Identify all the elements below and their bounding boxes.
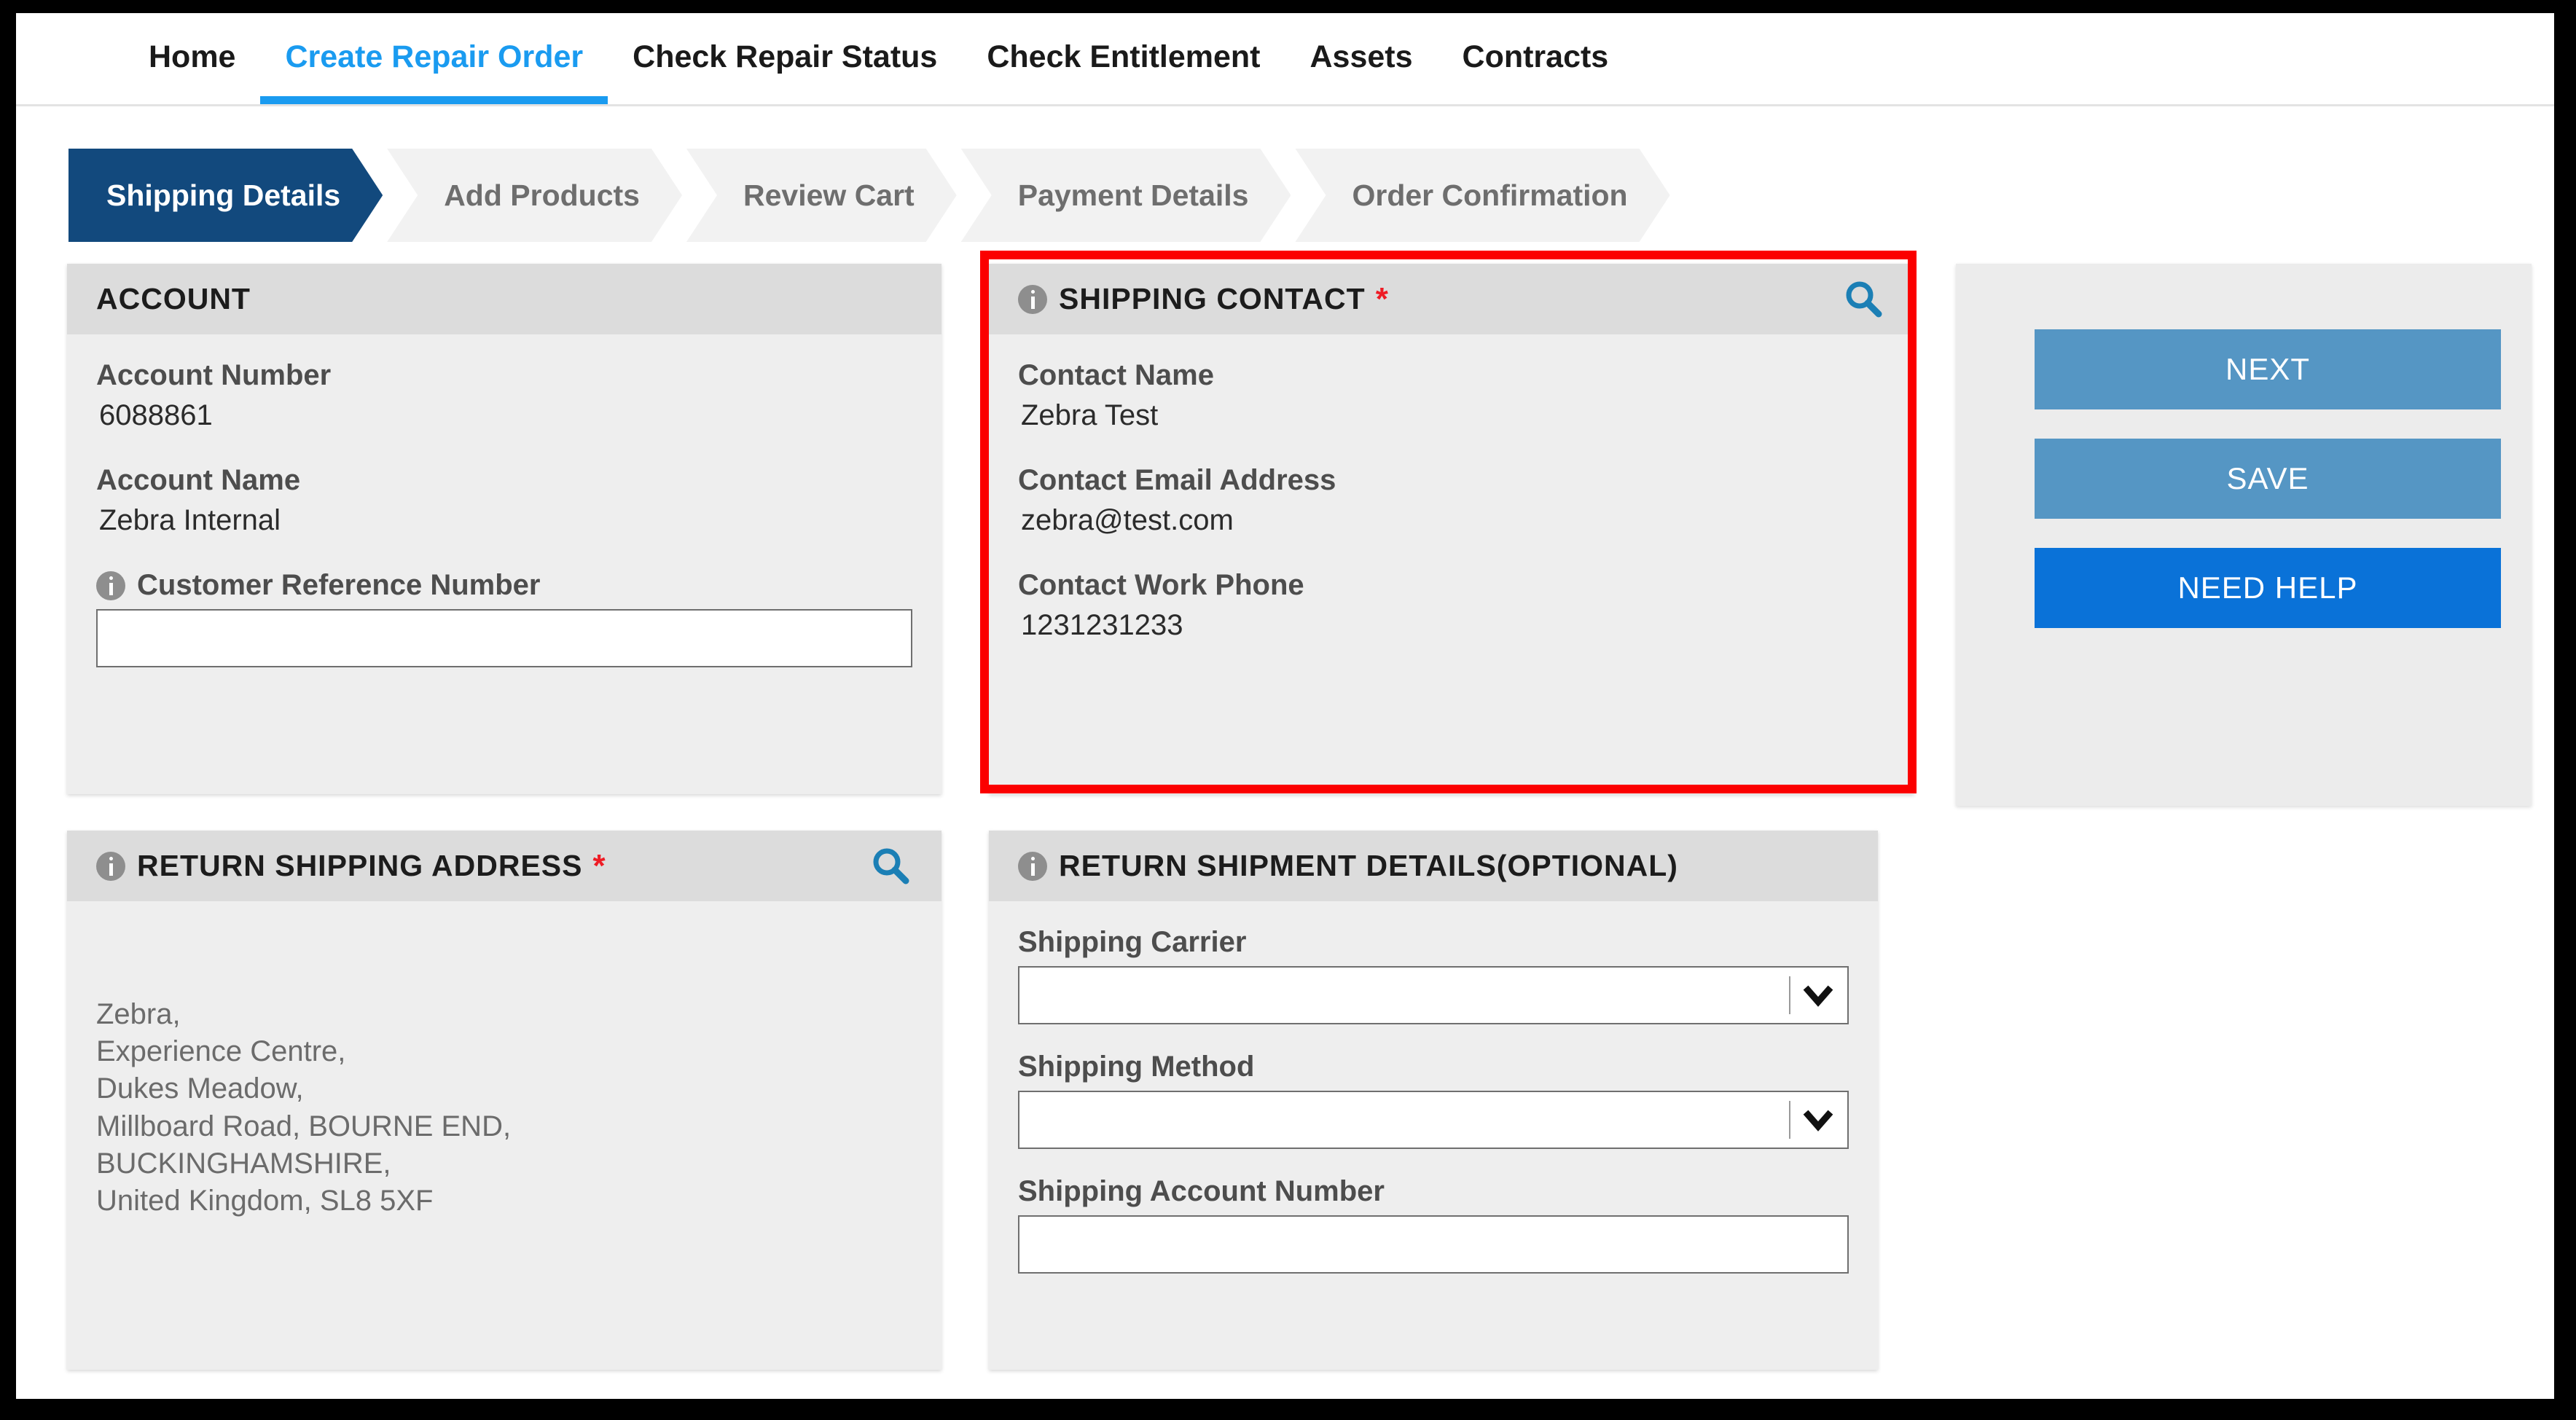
chevron-down-icon [1801, 1102, 1836, 1137]
return-shipment-details-card-title: RETURN SHIPMENT DETAILS(OPTIONAL) [1059, 849, 1678, 882]
select-divider [1789, 1101, 1790, 1139]
main-navigation: Home Create Repair Order Check Repair St… [16, 13, 2554, 106]
account-number-field: Account Number 6088861 [96, 359, 912, 432]
account-card: ACCOUNT Account Number 6088861 Account N… [67, 264, 941, 794]
account-name-label: Account Name [96, 464, 301, 496]
return-shipment-details-card: RETURN SHIPMENT DETAILS(OPTIONAL) Shippi… [989, 831, 1878, 1370]
customer-reference-number-label: Customer Reference Number [137, 569, 541, 601]
shipping-carrier-select[interactable] [1018, 966, 1849, 1024]
account-number-label: Account Number [96, 359, 332, 391]
return-shipping-address-card-header: RETURN SHIPPING ADDRESS * [67, 831, 941, 901]
page-frame: Home Create Repair Order Check Repair St… [16, 13, 2554, 1399]
address-line: Experience Centre, [96, 1035, 346, 1068]
shipping-account-number-field: Shipping Account Number [1018, 1175, 1849, 1274]
step-label: Payment Details [1017, 178, 1249, 212]
shipping-contact-card: SHIPPING CONTACT * Contact Name Zebra Te… [989, 264, 1914, 794]
step-order-confirmation[interactable]: Order Confirmation [1295, 149, 1669, 242]
account-number-value: 6088861 [99, 399, 213, 431]
shipping-account-number-label: Shipping Account Number [1018, 1175, 1385, 1207]
address-line: Zebra, [96, 998, 181, 1030]
nav-item-label: Assets [1309, 39, 1413, 74]
chevron-down-icon [1801, 978, 1836, 1013]
nav-item-assets[interactable]: Assets [1285, 13, 1437, 104]
info-icon [1018, 284, 1047, 314]
step-label: Order Confirmation [1352, 178, 1628, 212]
nav-item-check-repair-status[interactable]: Check Repair Status [608, 13, 962, 104]
return-shipping-address-card-body: Zebra, Experience Centre, Dukes Meadow, … [67, 901, 941, 1241]
step-label: Add Products [444, 178, 640, 212]
return-shipment-details-card-header: RETURN SHIPMENT DETAILS(OPTIONAL) [989, 831, 1878, 901]
need-help-button[interactable]: NEED HELP [2035, 548, 2501, 628]
nav-item-label: Create Repair Order [285, 39, 584, 74]
step-payment-details[interactable]: Payment Details [961, 149, 1291, 242]
action-button-panel: NEXT SAVE NEED HELP [1956, 264, 2532, 806]
nav-item-label: Check Entitlement [987, 39, 1261, 74]
step-shipping-details[interactable]: Shipping Details [68, 149, 383, 242]
customer-reference-number-label-row: Customer Reference Number [96, 569, 912, 602]
contact-name-value: Zebra Test [1021, 399, 1159, 431]
shipping-carrier-label: Shipping Carrier [1018, 926, 1247, 958]
info-icon [1018, 851, 1047, 881]
account-name-value: Zebra Internal [99, 504, 281, 536]
nav-item-home[interactable]: Home [124, 13, 260, 104]
account-card-title: ACCOUNT [96, 282, 251, 315]
contact-work-phone-field: Contact Work Phone 1231231233 [1018, 569, 1885, 642]
search-icon[interactable] [1841, 278, 1885, 321]
contact-work-phone-label: Contact Work Phone [1018, 569, 1304, 601]
address-line: BUCKINGHAMSHIRE, [96, 1147, 391, 1180]
return-shipping-address-card-title: RETURN SHIPPING ADDRESS [137, 849, 583, 882]
select-divider [1789, 976, 1790, 1014]
return-shipping-address-block: Zebra, Experience Centre, Dukes Meadow, … [96, 926, 912, 1220]
return-shipment-details-card-body: Shipping Carrier Shipping Method Shippin… [989, 901, 1878, 1295]
shipping-account-number-input[interactable] [1018, 1215, 1849, 1274]
nav-item-label: Home [149, 39, 236, 74]
step-label: Review Cart [743, 178, 915, 212]
info-icon [96, 570, 125, 600]
contact-email-value: zebra@test.com [1021, 504, 1234, 536]
step-review-cart[interactable]: Review Cart [686, 149, 957, 242]
shipping-contact-card-body: Contact Name Zebra Test Contact Email Ad… [989, 334, 1914, 664]
contact-name-field: Contact Name Zebra Test [1018, 359, 1885, 432]
required-marker: * [592, 847, 606, 884]
shipping-method-label: Shipping Method [1018, 1051, 1255, 1083]
address-line: Millboard Road, BOURNE END, [96, 1110, 512, 1142]
account-name-field: Account Name Zebra Internal [96, 464, 912, 537]
contact-work-phone-value: 1231231233 [1021, 609, 1183, 641]
contact-email-field: Contact Email Address zebra@test.com [1018, 464, 1885, 537]
contact-name-label: Contact Name [1018, 359, 1214, 391]
return-shipping-address-card: RETURN SHIPPING ADDRESS * Zebra, Experie… [67, 831, 941, 1370]
nav-item-label: Contracts [1462, 39, 1609, 74]
save-button[interactable]: SAVE [2035, 439, 2501, 519]
address-line: Dukes Meadow, [96, 1072, 304, 1105]
nav-item-list: Home Create Repair Order Check Repair St… [124, 13, 1633, 104]
nav-item-check-entitlement[interactable]: Check Entitlement [962, 13, 1285, 104]
account-card-body: Account Number 6088861 Account Name Zebr… [67, 334, 941, 689]
address-line: United Kingdom, SL8 5XF [96, 1184, 434, 1217]
search-icon[interactable] [869, 844, 912, 888]
account-card-header: ACCOUNT [67, 264, 941, 334]
customer-reference-number-field: Customer Reference Number [96, 569, 912, 667]
required-marker: * [1375, 281, 1388, 317]
step-add-products[interactable]: Add Products [387, 149, 682, 242]
shipping-method-field: Shipping Method [1018, 1051, 1849, 1149]
shipping-contact-card-header: SHIPPING CONTACT * [989, 264, 1914, 334]
checkout-stepper: Shipping Details Add Products Review Car… [68, 149, 1675, 242]
nav-item-label: Check Repair Status [633, 39, 938, 74]
customer-reference-number-input[interactable] [96, 609, 912, 667]
step-label: Shipping Details [106, 178, 341, 212]
info-icon [96, 851, 125, 881]
next-button[interactable]: NEXT [2035, 329, 2501, 409]
nav-item-create-repair-order[interactable]: Create Repair Order [260, 13, 608, 104]
shipping-method-select[interactable] [1018, 1091, 1849, 1149]
nav-item-contracts[interactable]: Contracts [1438, 13, 1634, 104]
contact-email-label: Contact Email Address [1018, 464, 1336, 496]
shipping-carrier-field: Shipping Carrier [1018, 926, 1849, 1024]
shipping-contact-card-title: SHIPPING CONTACT [1059, 282, 1366, 315]
